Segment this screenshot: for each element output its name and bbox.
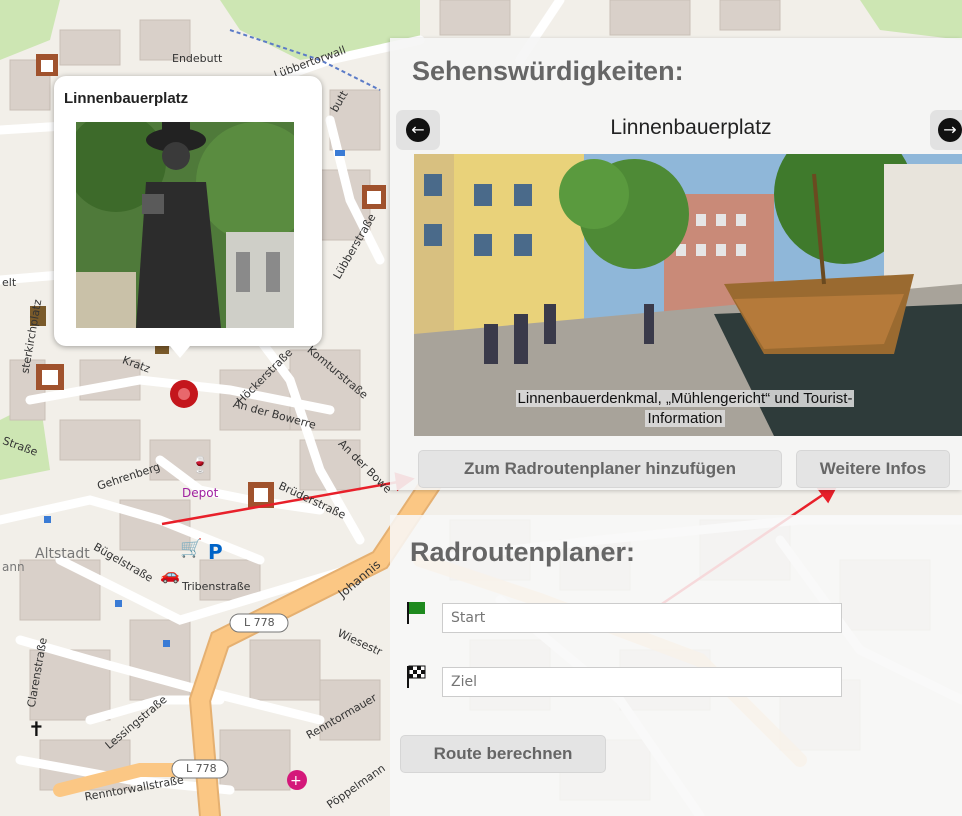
svg-text:+: + [290,773,302,789]
calculate-route-button[interactable]: Route berechnen [400,735,606,773]
bus-icon: 🚗 [160,565,180,584]
parking-icon: P [208,540,223,564]
map-label: Altstadt [35,546,90,562]
castle-icon [36,54,58,76]
popup-title: Linnenbauerplatz [64,90,189,107]
sight-caption-line1: Linnenbauerdenkmal, „Mühlengericht“ und … [515,390,855,407]
add-to-route-planner-button[interactable]: Zum Radroutenplaner hinzufügen [418,450,782,488]
shop-icon: 🛒 [180,537,202,559]
road-number: L 778 [244,616,275,629]
map-label: Depot [182,486,219,500]
sight-caption: Linnenbauerdenkmal, „Mühlengericht“ und … [450,389,920,429]
map-label: ann [2,560,25,574]
next-sight-button[interactable]: → [930,110,962,150]
arrow-left-icon: ← [406,118,430,142]
green-flag-icon [407,602,425,624]
sights-heading: Sehenswürdigkeiten: [412,56,684,86]
church-icon: ✝ [28,717,45,741]
road-number: L 778 [186,762,217,775]
sights-panel: Sehenswürdigkeiten: ← Linnenbauerplatz →… [390,38,962,490]
arrow-right-icon: → [938,118,962,142]
castle-icon [36,364,64,390]
route-planner-panel: Radroutenplaner: Route berechnen [390,515,962,816]
goal-input[interactable] [442,667,842,697]
checkered-flag-icon [407,665,426,688]
more-info-button[interactable]: Weitere Infos [796,450,950,488]
prev-sight-button[interactable]: ← [396,110,440,150]
map-label: Endebutt [172,52,223,65]
map-label: elt [2,276,17,289]
depot-icon: 🍷 [190,455,210,474]
route-planner-heading: Radroutenplaner: [410,537,636,567]
map-label: Tribenstraße [182,580,251,593]
popup-pointer [170,346,190,358]
sight-caption-line2: Information [645,410,725,427]
map-popup[interactable]: Linnenbauerplatz [54,76,322,346]
sight-title: Linnenbauerplatz [610,116,772,139]
castle-icon [362,185,386,209]
start-input[interactable] [442,603,842,633]
popup-image [76,122,294,328]
